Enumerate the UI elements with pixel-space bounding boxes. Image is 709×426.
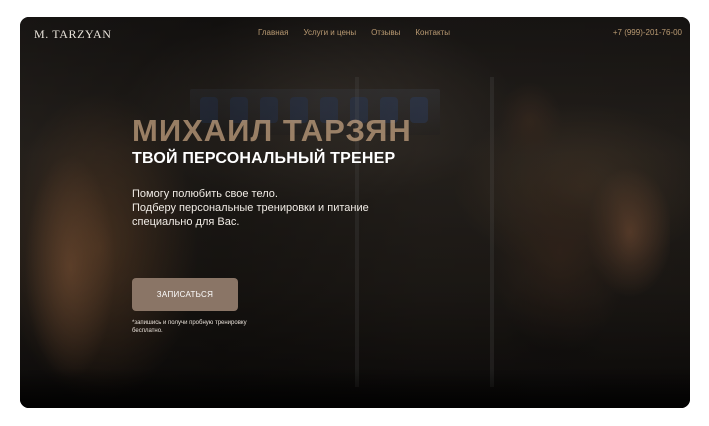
main-nav: Главная Услуги и цены Отзывы Контакты [258,28,450,37]
landing-page-frame: M. TARZYAN Главная Услуги и цены Отзывы … [20,17,690,408]
hero-description: Помогу полюбить свое тело. Подберу персо… [132,187,432,229]
signup-button[interactable]: ЗАПИСАТЬСЯ [132,278,238,311]
nav-link-reviews[interactable]: Отзывы [371,28,400,37]
nav-link-services[interactable]: Услуги и цены [303,28,356,37]
hero-title: МИХАИЛ ТАРЗЯН [132,113,412,148]
hero-description-line: Помогу полюбить свое тело. [132,188,278,200]
nav-link-home[interactable]: Главная [258,28,288,37]
nav-link-contacts[interactable]: Контакты [415,28,450,37]
bottom-fade [20,368,690,408]
free-trial-note: *запишись и получи пробную тренировку бе… [132,320,247,334]
hero-description-line: Подберу персональные тренировки и питани… [132,202,369,214]
site-header: M. TARZYAN Главная Услуги и цены Отзывы … [20,17,690,51]
hero-description-line: специально для Вас. [132,216,240,228]
site-logo[interactable]: M. TARZYAN [34,27,112,42]
phone-number[interactable]: +7 (999)-201-76-00 [613,28,682,37]
hero-subtitle: ТВОЙ ПЕРСОНАЛЬНЫЙ ТРЕНЕР [132,150,396,167]
